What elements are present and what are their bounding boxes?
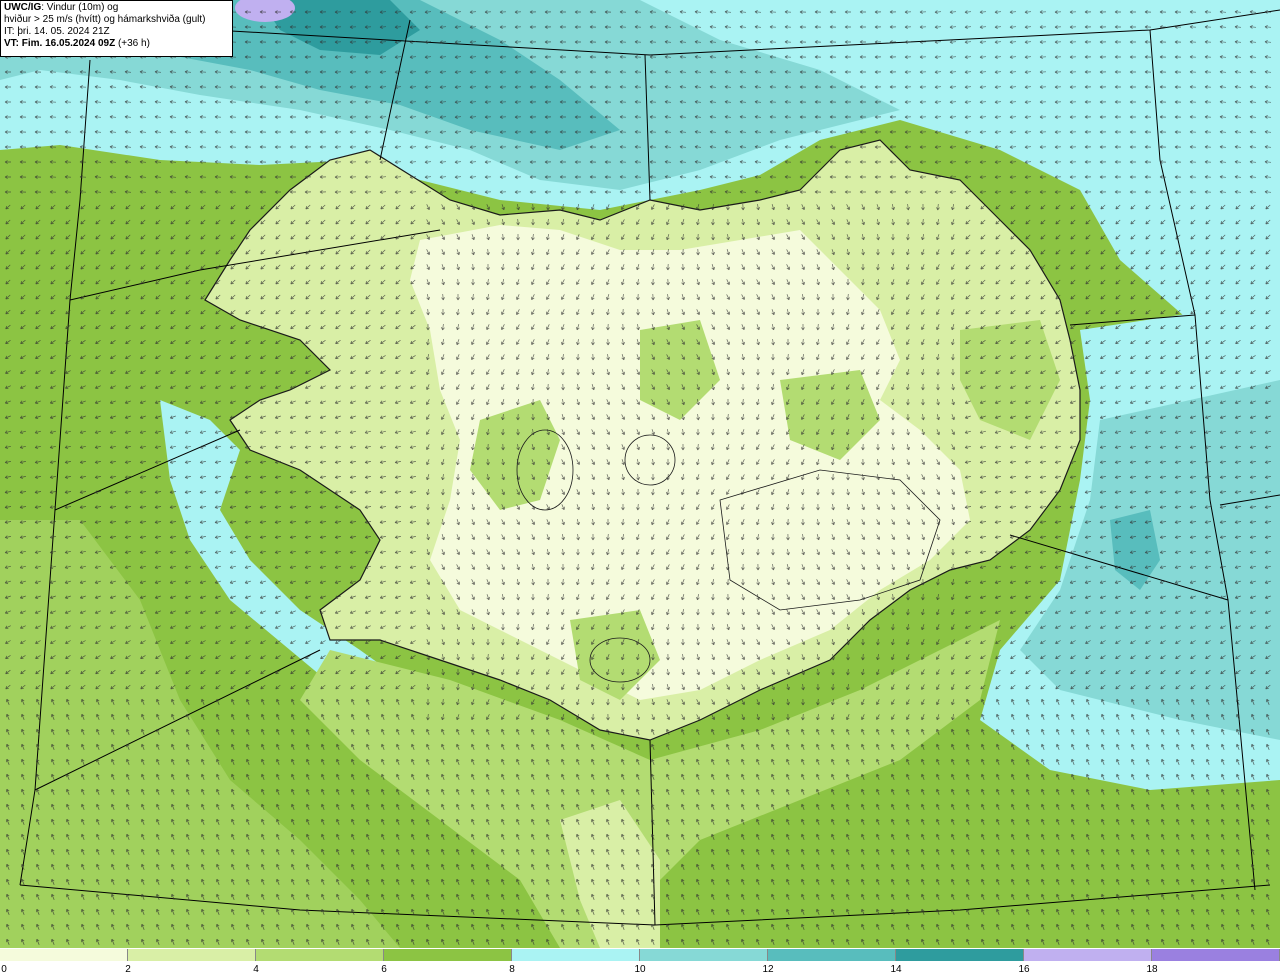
colorbar-swatch-12 — [768, 949, 896, 961]
colorbar-swatch-16 — [1024, 949, 1152, 961]
title-line-1: UWC/IG: Vindur (10m) og — [4, 2, 229, 14]
colorbar-swatch-4 — [256, 949, 384, 961]
wind-map: UWC/IG: Vindur (10m) og hviður > 25 m/s … — [0, 0, 1280, 948]
colorbar-swatch-8 — [512, 949, 640, 961]
colorbar-label-18: 18 — [1146, 964, 1158, 975]
colorbar-label-4: 4 — [253, 964, 259, 975]
model-name: UWC/IG — [4, 2, 42, 13]
title-valid-time: VT: Fim. 16.05.2024 09Z (+36 h) — [4, 38, 229, 50]
forecast-hour: (+36 h) — [115, 38, 150, 49]
colorbar-label-8: 8 — [509, 964, 515, 975]
valid-time-label: VT: Fim. 16.05.2024 09Z — [4, 38, 116, 49]
colorbar-label-6: 6 — [381, 964, 387, 975]
title-line-2: hviður > 25 m/s (hvítt) og hámarkshviða … — [4, 14, 206, 25]
title-init-time: IT: þri. 14. 05. 2024 21Z — [4, 26, 110, 37]
colorbar-swatch-14 — [896, 949, 1024, 961]
colorbar-label-0: 0 — [1, 964, 7, 975]
colorbar-swatch-18 — [1152, 949, 1280, 961]
map-title-box: UWC/IG: Vindur (10m) og hviður > 25 m/s … — [0, 0, 233, 57]
colorbar-swatch-10 — [640, 949, 768, 961]
colorbar-swatch-6 — [384, 949, 512, 961]
colorbar-label-10: 10 — [634, 964, 646, 975]
title-variable: : Vindur (10m) og — [41, 2, 119, 13]
colorbar-label-14: 14 — [890, 964, 902, 975]
colorbar-legend: 0 2 4 6 8 10 12 14 16 18 — [0, 948, 1280, 978]
colorbar-label-12: 12 — [762, 964, 774, 975]
colorbar-label-16: 16 — [1018, 964, 1030, 975]
wind-map-svg — [0, 0, 1280, 948]
colorbar-label-2: 2 — [125, 964, 131, 975]
colorbar-swatch-0 — [0, 949, 128, 961]
colorbar-swatch-2 — [128, 949, 256, 961]
